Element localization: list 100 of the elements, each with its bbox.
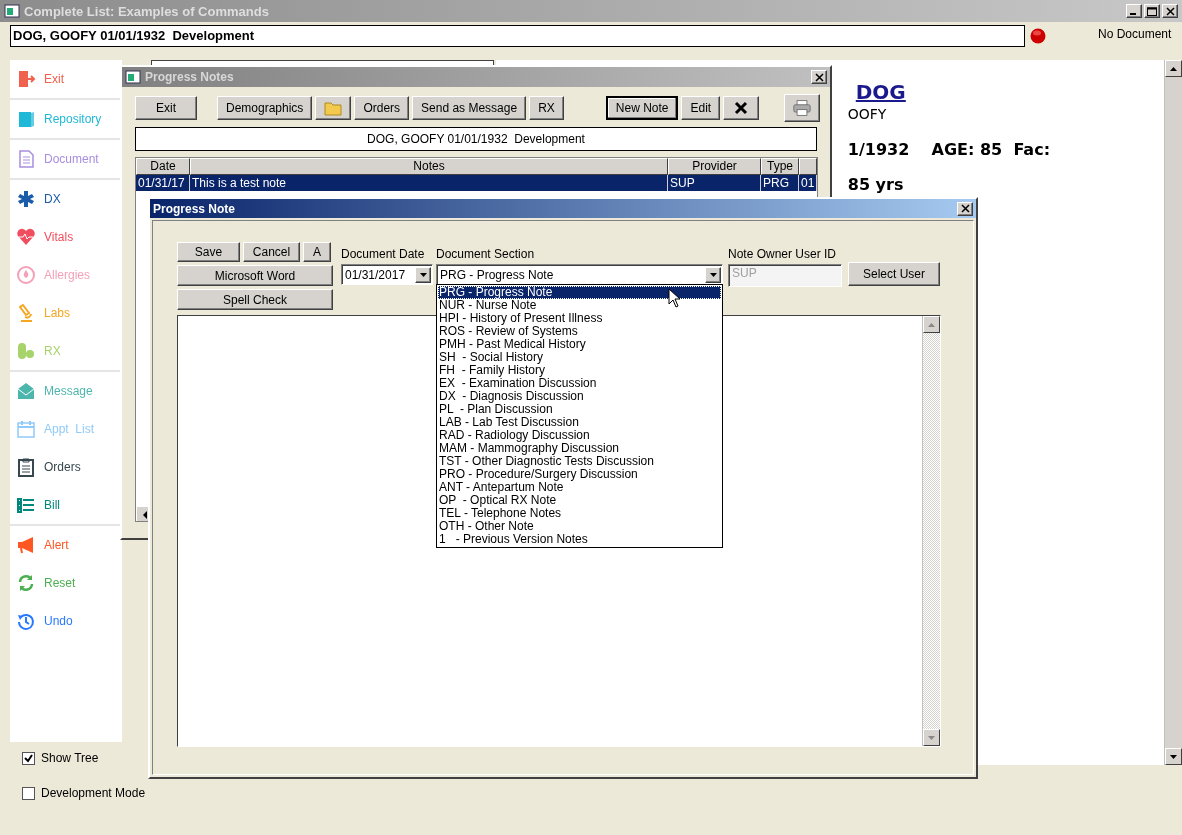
close-button[interactable] [957,201,973,216]
close-icon [814,72,824,82]
toolbar-button[interactable]: Exit [135,96,197,120]
dropdown-option[interactable]: ANT - Antepartum Note [438,481,721,494]
column-header[interactable]: Type [761,158,799,175]
field-label: Note Owner User ID [728,248,838,261]
pill-icon [16,341,36,361]
toolbar-button[interactable]: RX [529,96,564,120]
dropdown-option[interactable]: PRO - Procedure/Surgery Discussion [438,468,721,481]
close-icon [1165,6,1175,16]
toolbar-button[interactable]: New Note [605,96,679,120]
checkbox[interactable] [22,751,35,765]
dropdown-arrow-icon [709,272,717,277]
folder-button[interactable] [315,96,352,120]
dropdown-option[interactable]: PMH - Past Medical History [438,338,721,351]
field-label: Document Section [436,248,536,261]
delete-button[interactable] [723,96,760,120]
dropdown-option[interactable]: PRG - Progress Note [438,286,721,299]
document-status: No Document [1098,27,1172,41]
document-text: 85 yrs [847,175,905,194]
dropdown-option[interactable]: HPI - History of Present Illness [438,312,721,325]
table-cell: PRG [761,175,799,191]
door-icon [16,69,36,89]
vertical-scrollbar[interactable] [922,316,940,746]
font-button[interactable]: A [303,242,331,262]
column-header[interactable]: Date [136,158,190,175]
envelope-icon [16,381,36,401]
document-text: 1/1932 AGE: 85 Fac: [847,140,1052,159]
dialog-title: Progress Note [153,201,236,216]
sidebar-item[interactable]: Undo [10,602,122,640]
sidebar-item[interactable]: Vitals [10,218,122,256]
column-header[interactable]: Provider [668,158,761,175]
dropdown-option[interactable]: OP - Optical RX Note [438,494,721,507]
print-button[interactable] [784,94,821,122]
dropdown-option[interactable]: MAM - Mammography Discussion [438,442,721,455]
sidebar-item[interactable]: Bill [10,486,122,524]
dropdown-option[interactable]: 1 - Previous Version Notes [438,533,721,546]
binder-icon [16,109,36,129]
dropdown-option[interactable]: OTH - Other Note [438,520,721,533]
cancel-button[interactable]: Cancel [243,242,300,262]
window-title: Complete List: Examples of Commands [24,3,269,19]
spell-check-button[interactable]: Spell Check [177,289,333,310]
scroll-down-icon [928,735,935,740]
dropdown-button[interactable] [705,266,721,283]
toolbar-button[interactable]: Orders [354,96,410,120]
dropdown-option[interactable]: EX - Examination Discussion [438,377,721,390]
dropdown-option[interactable]: TST - Other Diagnostic Tests Discussion [438,455,721,468]
table-cell: 01 [799,175,817,191]
window-title: Progress Notes [145,70,234,84]
toolbar-button[interactable]: Demographics [217,96,313,120]
checkbox-label: Show Tree [41,751,99,765]
dropdown-option[interactable]: TEL - Telephone Notes [438,507,721,520]
refresh-icon [16,573,36,593]
dropdown-option[interactable]: NUR - Nurse Note [438,299,721,312]
scroll-up-icon [1170,66,1177,71]
column-header[interactable] [799,158,817,175]
toolbar-button[interactable]: Send as Message [412,96,527,120]
scroll-down-icon [1170,754,1177,759]
dropdown-option[interactable]: PL - Plan Discussion [438,403,721,416]
dropdown-option[interactable]: RAD - Radiology Discussion [438,429,721,442]
checkbox[interactable] [22,786,35,800]
close-button[interactable] [1162,4,1178,18]
toolbar-button[interactable]: Edit [681,96,721,120]
dropdown-option[interactable]: SH - Social History [438,351,721,364]
patient-name-link[interactable]: DOG [855,80,1164,104]
date-dropdown[interactable]: 01/31/2017 [341,264,433,285]
dropdown-option[interactable]: LAB - Lab Test Discussion [438,416,721,429]
dropdown-arrow-icon [419,272,427,277]
dropdown-option[interactable]: ROS - Review of Systems [438,325,721,338]
folder-icon [324,100,343,116]
close-icon [960,204,970,213]
megaphone-icon [16,535,36,555]
save-button[interactable]: Save [177,242,240,262]
minimize-button[interactable] [1126,4,1142,18]
printer-icon [793,98,812,118]
microsoft-word-button[interactable]: Microsoft Word [177,265,333,286]
select-user-button[interactable]: Select User [848,262,940,286]
document-text: OOFY [847,106,888,122]
checkbox-label: Development Mode [41,786,146,800]
scroll-up-icon [928,322,935,327]
column-header[interactable]: Notes [190,158,668,175]
star-of-life-icon [16,189,36,209]
patient-field[interactable]: DOG, GOOFY 01/01/1932 Development [10,25,1025,47]
section-dropdown[interactable]: PRG - Progress Note [436,264,723,285]
maximize-button[interactable] [1144,4,1160,18]
maximize-icon [1147,6,1157,16]
clipboard-icon [16,457,36,477]
table-row[interactable]: 01/31/17 This is a test note SUP PRG 01 [136,175,817,191]
sidebar-item[interactable]: DX [10,180,122,218]
vertical-scrollbar[interactable] [1164,60,1182,765]
close-icon [734,101,749,115]
dropdown-option[interactable]: DX - Diagnosis Discussion [438,390,721,403]
calendar-icon [16,419,36,439]
dropdown-button[interactable] [415,266,431,283]
pointer-cursor-icon [668,288,680,308]
close-button[interactable] [811,70,827,84]
table-cell: SUP [668,175,761,191]
heart-pulse-icon [16,227,36,247]
sidebar-item[interactable]: Orders [10,448,122,486]
dropdown-option[interactable]: FH - Family History [438,364,721,377]
